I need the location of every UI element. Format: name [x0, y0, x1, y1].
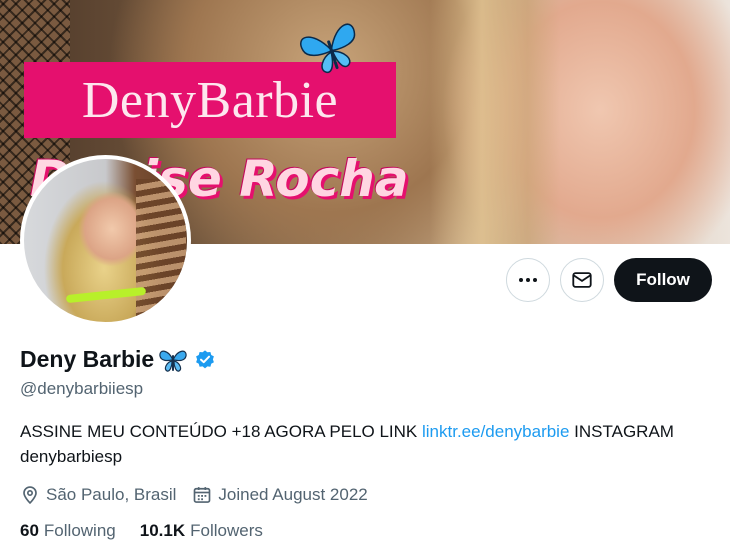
- followers-link[interactable]: 10.1K Followers: [140, 521, 263, 541]
- location-text: São Paulo, Brasil: [46, 485, 177, 504]
- avatar-neon-detail: [65, 286, 147, 304]
- display-name: Deny Barbie: [20, 346, 155, 372]
- followers-count: 10.1K: [139, 521, 186, 540]
- followers-label: Followers: [190, 521, 263, 540]
- following-count: 60: [20, 521, 39, 540]
- joined-item: Joined August 2022: [192, 485, 368, 505]
- more-button[interactable]: [506, 258, 550, 302]
- avatar-background-stripes: [136, 179, 186, 319]
- user-handle: @denybarbiiesp: [20, 379, 144, 398]
- butterfly-emoji-icon: [159, 350, 187, 372]
- envelope-icon: [572, 272, 592, 288]
- profile-meta: São Paulo, Brasil Joined August 2022: [20, 485, 710, 505]
- bio-text-start: ASSINE MEU CONTEÚDO +18 AGORA PELO LINK: [20, 422, 422, 441]
- bio-link[interactable]: linktr.ee/denybarbie: [422, 422, 569, 441]
- map-pin-icon: [23, 486, 37, 505]
- calendar-icon: [194, 487, 211, 503]
- follow-button[interactable]: Follow: [614, 258, 712, 302]
- following-label: Following: [43, 521, 116, 540]
- location-item: São Paulo, Brasil: [20, 485, 176, 505]
- message-button[interactable]: [560, 258, 604, 302]
- avatar[interactable]: [20, 155, 191, 326]
- follow-stats: 60 Following 10.1K Followers: [20, 521, 710, 541]
- butterfly-icon: [300, 23, 356, 74]
- joined-text: Joined August 2022: [218, 485, 368, 504]
- verified-badge-icon[interactable]: [194, 349, 216, 371]
- profile-actions: Follow: [506, 258, 712, 302]
- more-horizontal-icon: [519, 278, 537, 282]
- name-row: Deny Barbie: [20, 346, 710, 373]
- following-link[interactable]: 60 Following: [20, 521, 116, 541]
- banner-hair-highlight: [430, 0, 560, 244]
- bio: ASSINE MEU CONTEÚDO +18 AGORA PELO LINK …: [20, 419, 710, 469]
- profile-info: Deny Barbie @denybarbiiesp ASSINE MEU CO…: [20, 346, 710, 541]
